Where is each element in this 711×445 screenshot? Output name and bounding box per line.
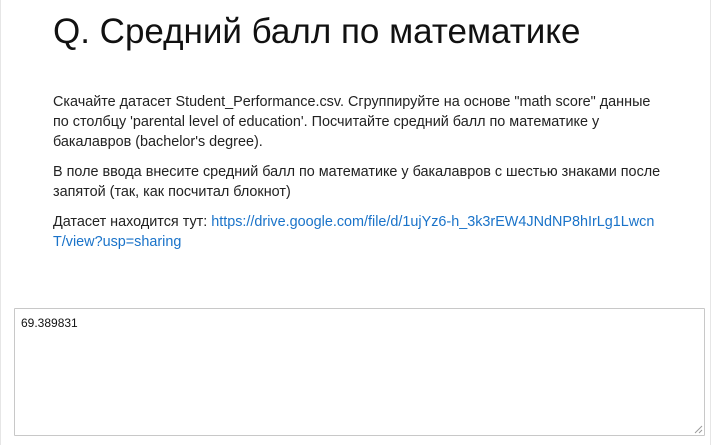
question-page: Q. Средний балл по математике Скачайте д…: [0, 0, 711, 445]
input-instruction: В поле ввода внесите средний балл по мат…: [53, 164, 661, 200]
answer-textarea[interactable]: 69.389831: [14, 308, 705, 436]
question-body: Скачайте датасет Student_Performance.csv…: [53, 92, 663, 262]
dataset-line: Датасет находится тут: https://drive.goo…: [53, 212, 663, 252]
dataset-prefix: Датасет находится тут:: [53, 214, 212, 230]
task-description: Скачайте датасет Student_Performance.csv…: [53, 94, 651, 150]
page-title: Q. Средний балл по математике: [53, 12, 581, 51]
